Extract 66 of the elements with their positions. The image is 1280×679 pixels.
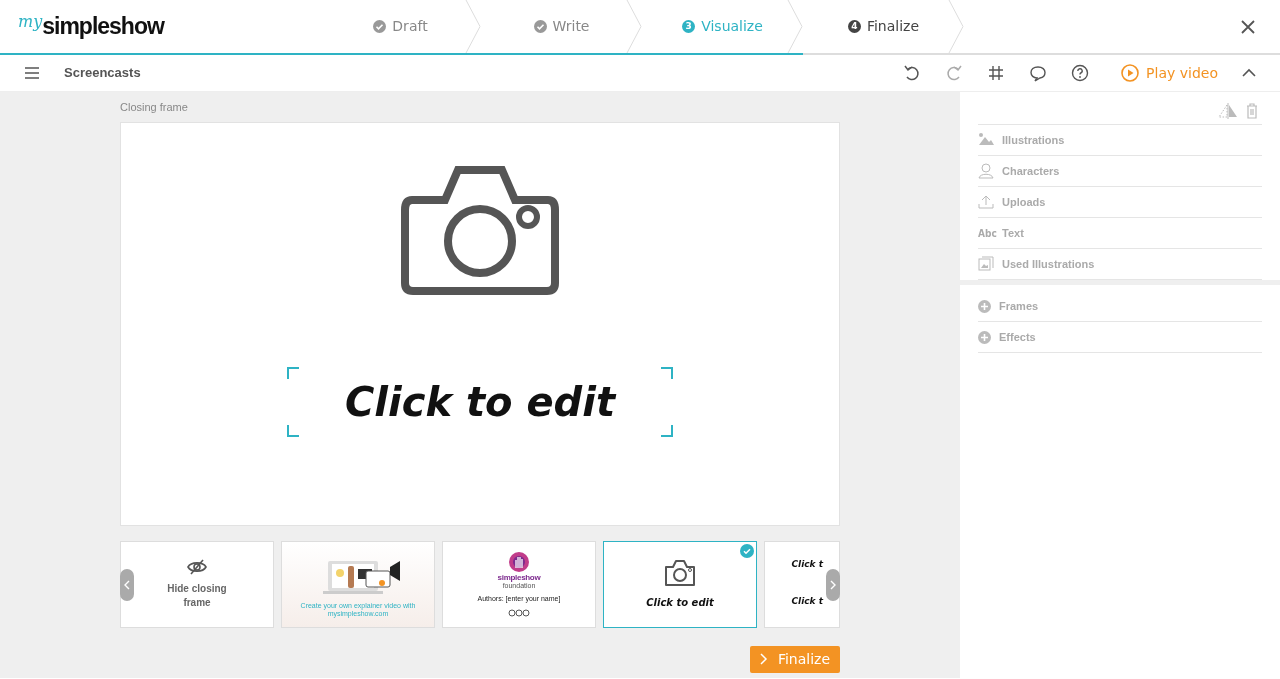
workflow-step[interactable]: Draft — [320, 0, 481, 55]
step-number: 3 — [682, 20, 696, 33]
camera-icon — [400, 164, 560, 295]
close-button[interactable] — [1240, 18, 1256, 35]
library-tab[interactable]: Characters — [978, 156, 1262, 187]
chevron-divider — [948, 0, 964, 53]
plus-circle-icon — [978, 330, 991, 344]
menu-icon — [24, 66, 40, 80]
hidden-eye-icon — [187, 558, 207, 576]
library-tab[interactable]: Abc Text — [978, 218, 1262, 249]
thumbnail-text: Click t — [791, 595, 823, 608]
chevron-right-icon — [830, 579, 836, 590]
check-badge-icon — [740, 543, 754, 558]
chevron-up-icon — [1242, 68, 1256, 78]
frame-thumbnail[interactable]: Click t Click t — [764, 540, 840, 628]
frame-label: Closing frame — [120, 100, 189, 115]
editable-text[interactable]: Click to edit — [287, 366, 673, 437]
grid-button[interactable] — [987, 64, 1006, 82]
chevron-right-icon — [759, 653, 768, 665]
play-video-button[interactable]: Play video — [1121, 62, 1218, 84]
frame-thumbnail[interactable]: Click to edit — [603, 540, 757, 628]
logo-text: simpleshow — [42, 12, 164, 42]
finalize-button[interactable]: Finalize — [749, 645, 840, 673]
thumbnail-label: Hide closing frame — [166, 582, 228, 610]
frame-thumbnail[interactable]: Hide closing frame — [120, 540, 274, 628]
comment-button[interactable] — [1029, 64, 1048, 82]
flip-icon — [1218, 103, 1238, 119]
check-icon — [373, 20, 387, 33]
expandable-section[interactable]: Frames — [978, 291, 1262, 322]
toolbar-title: Screencasts — [64, 64, 141, 83]
help-icon — [1071, 64, 1090, 82]
person-icon — [978, 163, 994, 179]
step-number: 4 — [847, 20, 861, 33]
workflow-step[interactable]: 3 Visualize — [642, 0, 803, 55]
workflow-step[interactable]: 4 Finalize — [803, 0, 964, 55]
upload-icon — [978, 194, 994, 210]
library-tab[interactable]: Uploads — [978, 187, 1262, 218]
thumbnail-text: Click t — [791, 557, 823, 571]
license-icons — [508, 609, 530, 618]
undo-icon — [903, 64, 922, 82]
speech-bubble-icon — [1029, 64, 1048, 82]
check-icon — [533, 20, 547, 33]
plus-circle-icon — [978, 299, 991, 313]
play-icon — [1121, 64, 1140, 82]
hand-logo-icon — [508, 550, 530, 573]
chevron-divider — [465, 0, 481, 53]
expandable-section[interactable]: Effects — [978, 322, 1262, 353]
undo-button[interactable] — [903, 64, 922, 82]
image-icon — [978, 132, 994, 148]
gallery-icon — [978, 256, 994, 272]
redo-icon — [945, 64, 964, 82]
logo-prefix: my — [18, 11, 43, 31]
library-tab[interactable]: Illustrations — [978, 125, 1262, 156]
foundation-name: simpleshow — [497, 572, 541, 582]
workflow-step[interactable]: Write — [481, 0, 642, 55]
camera-icon — [663, 558, 697, 587]
chevron-divider — [787, 0, 803, 53]
help-button[interactable] — [1071, 64, 1090, 82]
trash-icon — [1246, 103, 1258, 119]
collapse-button[interactable] — [1242, 68, 1256, 78]
close-icon — [1240, 18, 1256, 35]
chevron-left-icon — [124, 579, 130, 590]
thumbnail-text: Click to edit — [646, 595, 714, 610]
grid-icon — [987, 64, 1006, 82]
chevron-divider — [626, 0, 642, 53]
menu-button[interactable] — [24, 66, 40, 80]
